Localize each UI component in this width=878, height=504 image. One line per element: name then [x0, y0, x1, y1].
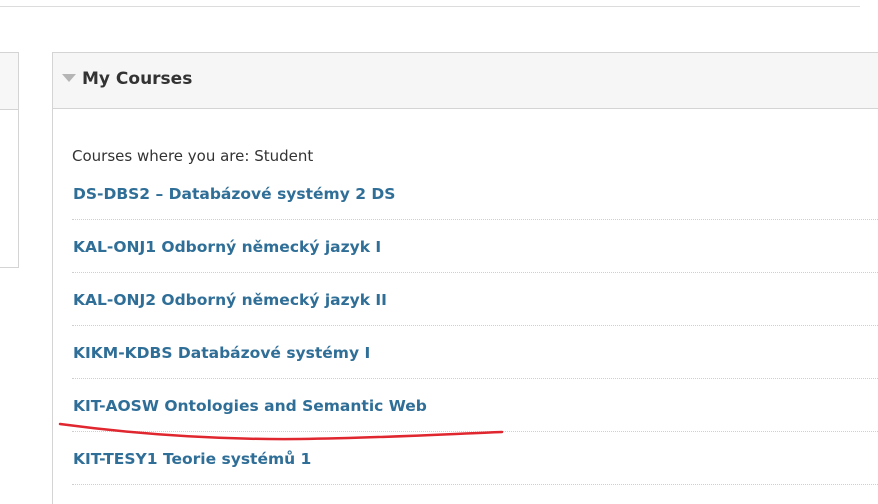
course-item: KIT-AOSW Ontologies and Semantic Web: [72, 379, 878, 432]
course-item: KIKM-KDBS Databázové systémy I: [72, 326, 878, 379]
role-label: Courses where you are: Student: [72, 147, 314, 165]
collapse-triangle-icon[interactable]: [62, 73, 76, 82]
course-link-kal-onj1[interactable]: KAL-ONJ1 Odborný německý jazyk I: [73, 238, 381, 256]
module-header[interactable]: My Courses: [53, 53, 878, 109]
page: My Courses Courses where you are: Studen…: [0, 0, 878, 504]
course-item: KIT-TESY1 Teorie systémů 1: [72, 432, 878, 485]
module-title: My Courses: [82, 68, 193, 89]
course-list: DS-DBS2 – Databázové systémy 2 DS KAL-ON…: [72, 179, 878, 485]
top-divider: [0, 6, 860, 7]
course-link-kal-onj2[interactable]: KAL-ONJ2 Odborný německý jazyk II: [73, 291, 387, 309]
my-courses-module: My Courses Courses where you are: Studen…: [52, 52, 878, 504]
course-link-kikm-kdbs[interactable]: KIKM-KDBS Databázové systémy I: [73, 344, 370, 362]
course-item: KAL-ONJ1 Odborný německý jazyk I: [72, 220, 878, 273]
course-link-kit-tesy1[interactable]: KIT-TESY1 Teorie systémů 1: [73, 450, 311, 468]
course-link-ds-dbs2[interactable]: DS-DBS2 – Databázové systémy 2 DS: [73, 185, 395, 203]
course-item: DS-DBS2 – Databázové systémy 2 DS: [72, 179, 878, 220]
left-panel-header: [0, 53, 18, 110]
left-panel: [0, 52, 19, 268]
course-item: KAL-ONJ2 Odborný německý jazyk II: [72, 273, 878, 326]
module-body: Courses where you are: Student DS-DBS2 –…: [53, 145, 878, 485]
course-link-kit-aosw[interactable]: KIT-AOSW Ontologies and Semantic Web: [73, 397, 427, 415]
